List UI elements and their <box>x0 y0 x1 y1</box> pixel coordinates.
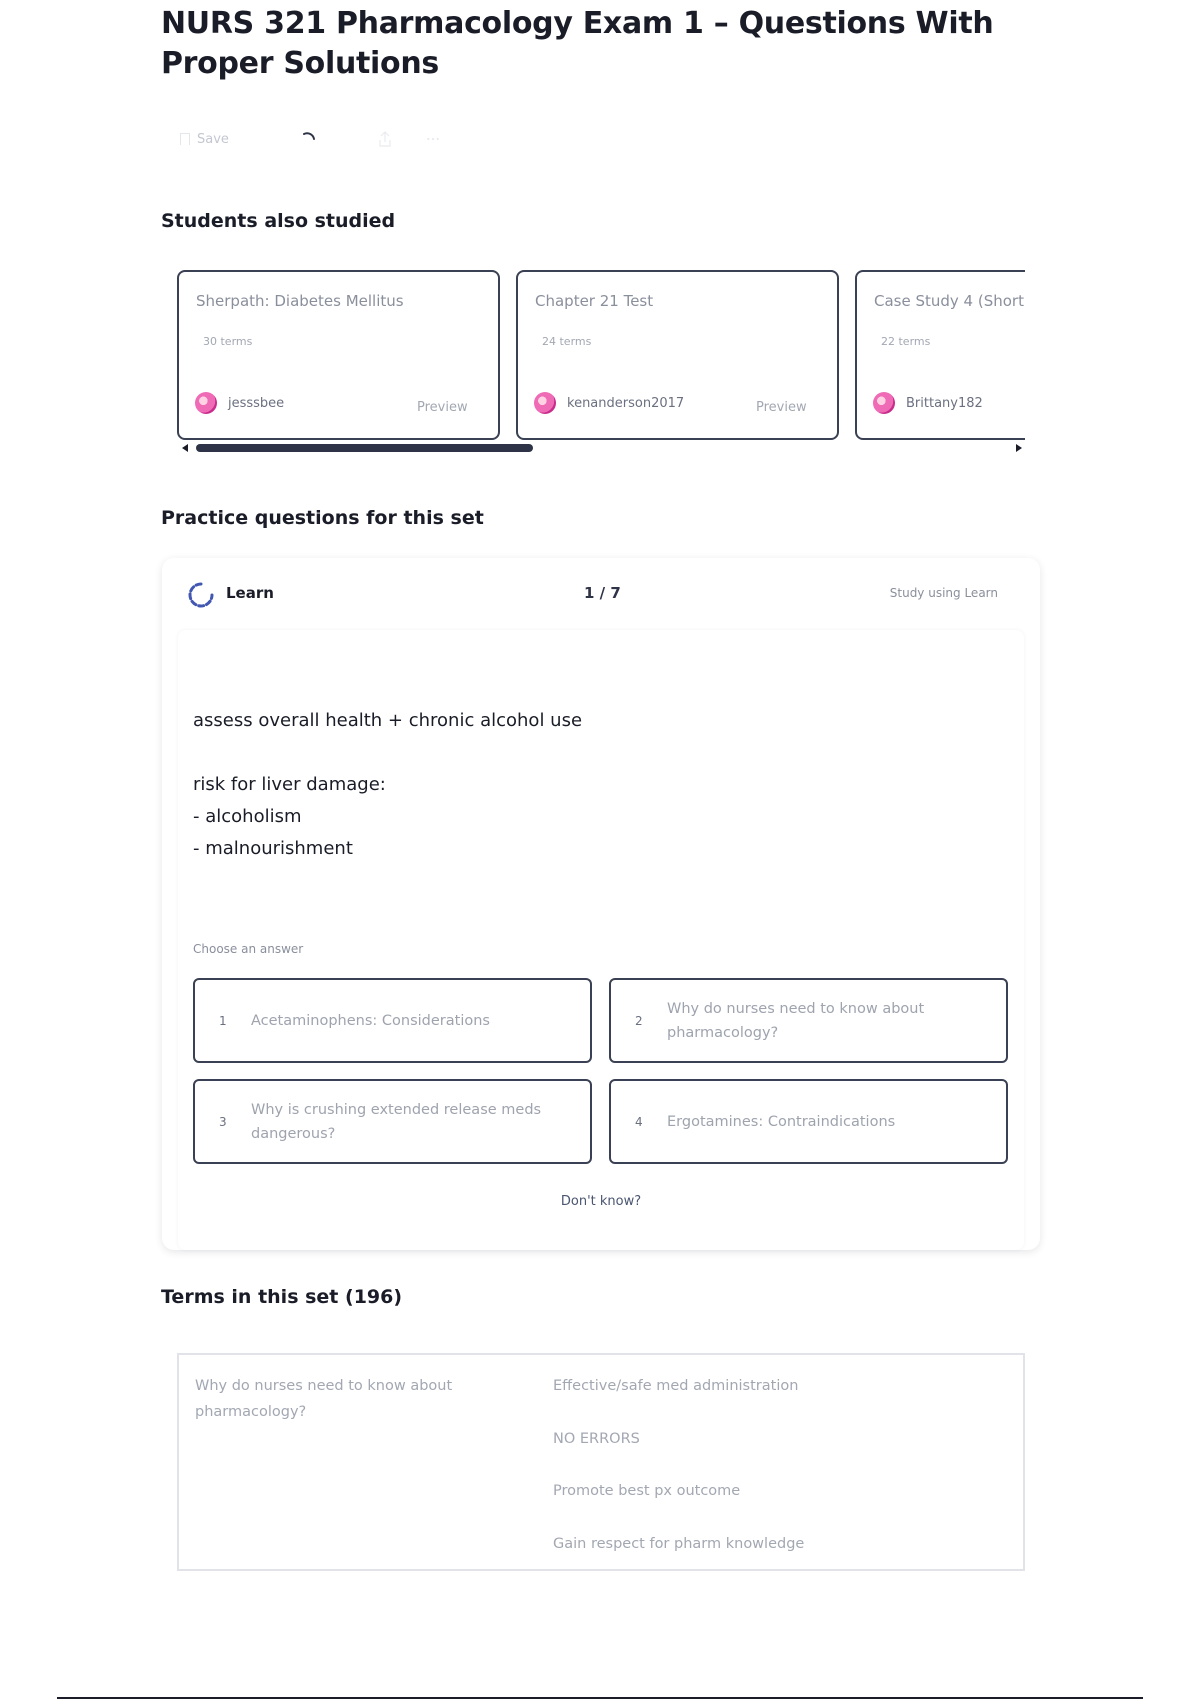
terms-heading: Terms in this set (196) <box>161 1286 403 1308</box>
share-icon[interactable] <box>378 131 392 147</box>
study-set-card[interactable]: Chapter 21 Test 24 terms kenanderson2017… <box>516 270 839 440</box>
save-label: Save <box>197 131 229 147</box>
term-definition: Effective/safe med administration NO ERR… <box>553 1373 804 1583</box>
study-using-learn-link[interactable]: Study using Learn <box>890 586 998 600</box>
card-term-count: 24 terms <box>542 335 592 348</box>
answer-number: 1 <box>219 1013 227 1028</box>
answer-number: 4 <box>635 1114 643 1129</box>
toolbar: Save <box>180 126 474 152</box>
question-progress: 1 / 7 <box>584 584 621 602</box>
definition-line: Gain respect for pharm knowledge <box>553 1535 805 1552</box>
choose-answer-label: Choose an answer <box>193 942 304 956</box>
card-term-count: 30 terms <box>203 335 253 348</box>
save-button[interactable]: Save <box>180 132 300 147</box>
page-divider <box>57 1697 1143 1699</box>
answer-number: 2 <box>635 1013 643 1028</box>
card-title: Case Study 4 (Short <box>874 292 1024 310</box>
preview-button[interactable]: Preview <box>756 400 807 415</box>
definition-line: Promote best px outcome <box>553 1483 741 1499</box>
study-set-card[interactable]: Case Study 4 (Short 22 terms Brittany182 <box>855 270 1025 440</box>
answer-number: 3 <box>219 1114 227 1129</box>
term-card: Why do nurses need to know about pharmac… <box>177 1353 1025 1571</box>
scroll-left-arrow-icon[interactable] <box>182 444 188 452</box>
answer-text: Why do nurses need to know about pharmac… <box>667 1000 925 1041</box>
card-title: Chapter 21 Test <box>535 292 654 310</box>
avatar <box>873 392 895 414</box>
spinner-icon <box>303 132 315 140</box>
question-prompt: assess overall health + chronic alcohol … <box>193 710 583 859</box>
bookmark-icon <box>180 133 190 145</box>
term-question: Why do nurses need to know about pharmac… <box>195 1378 453 1420</box>
card-title: Sherpath: Diabetes Mellitus <box>196 292 404 310</box>
avatar <box>195 392 217 414</box>
answer-text: Acetaminophens: Considerations <box>251 1012 490 1029</box>
practice-panel: Learn 1 / 7 Study using Learn assess ove… <box>162 558 1040 1250</box>
students-also-studied-heading: Students also studied <box>161 210 396 232</box>
card-author[interactable]: Brittany182 <box>906 396 983 411</box>
dont-know-button[interactable]: Don't know? <box>178 1194 1024 1209</box>
answer-option[interactable]: 3 Why is crushing extended release meds … <box>193 1079 592 1164</box>
learn-icon <box>188 582 214 608</box>
learn-label: Learn <box>226 584 274 602</box>
answer-text: Why is crushing extended release meds da… <box>251 1101 542 1142</box>
more-icon[interactable] <box>426 131 440 147</box>
practice-questions-heading: Practice questions for this set <box>161 507 484 529</box>
study-set-carousel: Sherpath: Diabetes Mellitus 30 terms jes… <box>177 270 1025 450</box>
scroll-right-arrow-icon[interactable] <box>1016 444 1022 452</box>
question-card: assess overall health + chronic alcohol … <box>178 630 1024 1250</box>
answer-text: Ergotamines: Contraindications <box>667 1113 896 1130</box>
avatar <box>534 392 556 414</box>
definition-line: Effective/safe med administration <box>553 1378 799 1394</box>
scrollbar-thumb[interactable] <box>196 444 533 452</box>
answer-option[interactable]: 2 Why do nurses need to know about pharm… <box>609 978 1008 1063</box>
card-author[interactable]: kenanderson2017 <box>567 396 684 411</box>
answer-option[interactable]: 4 Ergotamines: Contraindications <box>609 1079 1008 1164</box>
preview-button[interactable]: Preview <box>417 400 468 415</box>
answer-option[interactable]: 1 Acetaminophens: Considerations <box>193 978 592 1063</box>
page-title: NURS 321 Pharmacology Exam 1 – Questions… <box>161 6 994 81</box>
definition-line: NO ERRORS <box>553 1430 640 1447</box>
carousel-scrollbar[interactable] <box>182 443 1022 453</box>
card-author[interactable]: jesssbee <box>228 396 284 411</box>
study-set-card[interactable]: Sherpath: Diabetes Mellitus 30 terms jes… <box>177 270 500 440</box>
card-term-count: 22 terms <box>881 335 931 348</box>
